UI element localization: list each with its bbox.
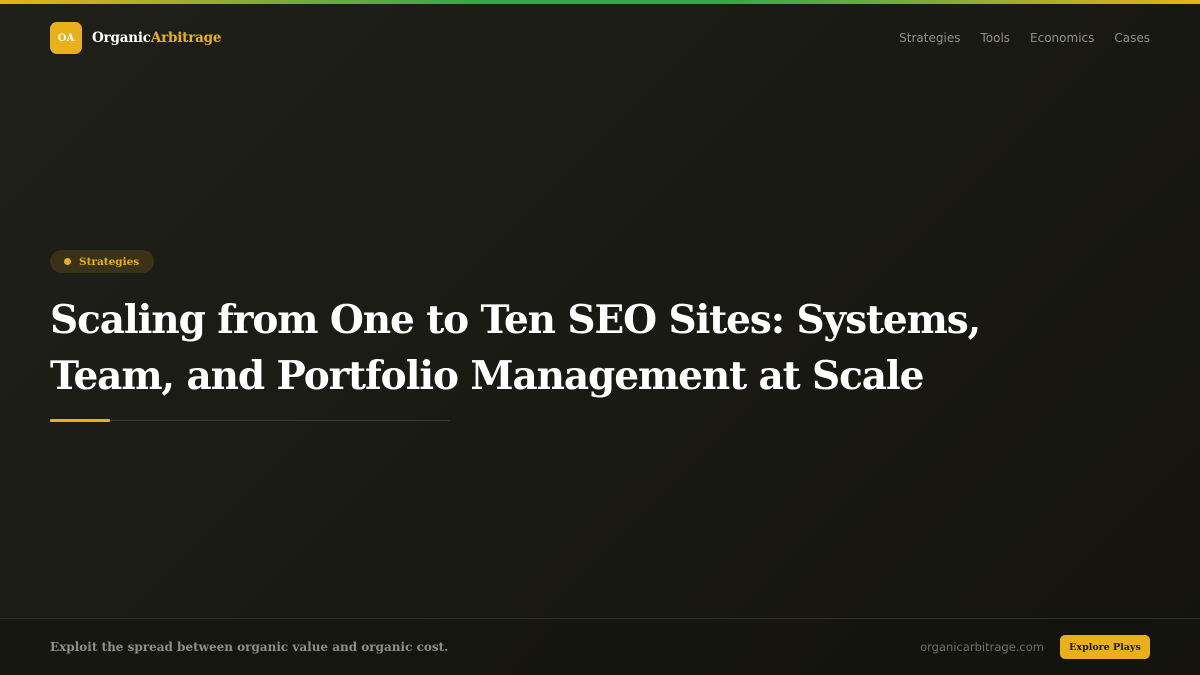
explore-plays-button[interactable]: Explore Plays: [1060, 635, 1150, 659]
top-accent-bar: [0, 0, 1200, 4]
brand-name-primary: Organic: [92, 30, 151, 46]
main-nav: Strategies Tools Economics Cases: [899, 31, 1150, 45]
article-title: Scaling from One to Ten SEO Sites: Syste…: [50, 297, 981, 399]
brand-name-accent: Arbitrage: [150, 30, 222, 46]
footer-domain: organicarbitrage.com: [920, 640, 1044, 654]
category-dot-icon: [64, 258, 71, 265]
site-footer: Exploit the spread between organic value…: [0, 618, 1200, 675]
title-divider-accent: [50, 419, 110, 422]
category-label: Strategies: [79, 255, 140, 268]
logo-badge: OA: [50, 22, 82, 54]
category-tag[interactable]: Strategies: [50, 250, 155, 273]
nav-link-economics[interactable]: Economics: [1030, 31, 1094, 45]
brand[interactable]: OA OrganicArbitrage: [50, 22, 222, 54]
site-header: OA OrganicArbitrage Strategies Tools Eco…: [50, 22, 1150, 54]
brand-name: OrganicArbitrage: [92, 30, 222, 46]
nav-link-cases[interactable]: Cases: [1114, 31, 1150, 45]
title-divider: [50, 420, 450, 421]
nav-link-strategies[interactable]: Strategies: [899, 31, 960, 45]
footer-tagline: Exploit the spread between organic value…: [50, 640, 449, 654]
nav-link-tools[interactable]: Tools: [980, 31, 1010, 45]
